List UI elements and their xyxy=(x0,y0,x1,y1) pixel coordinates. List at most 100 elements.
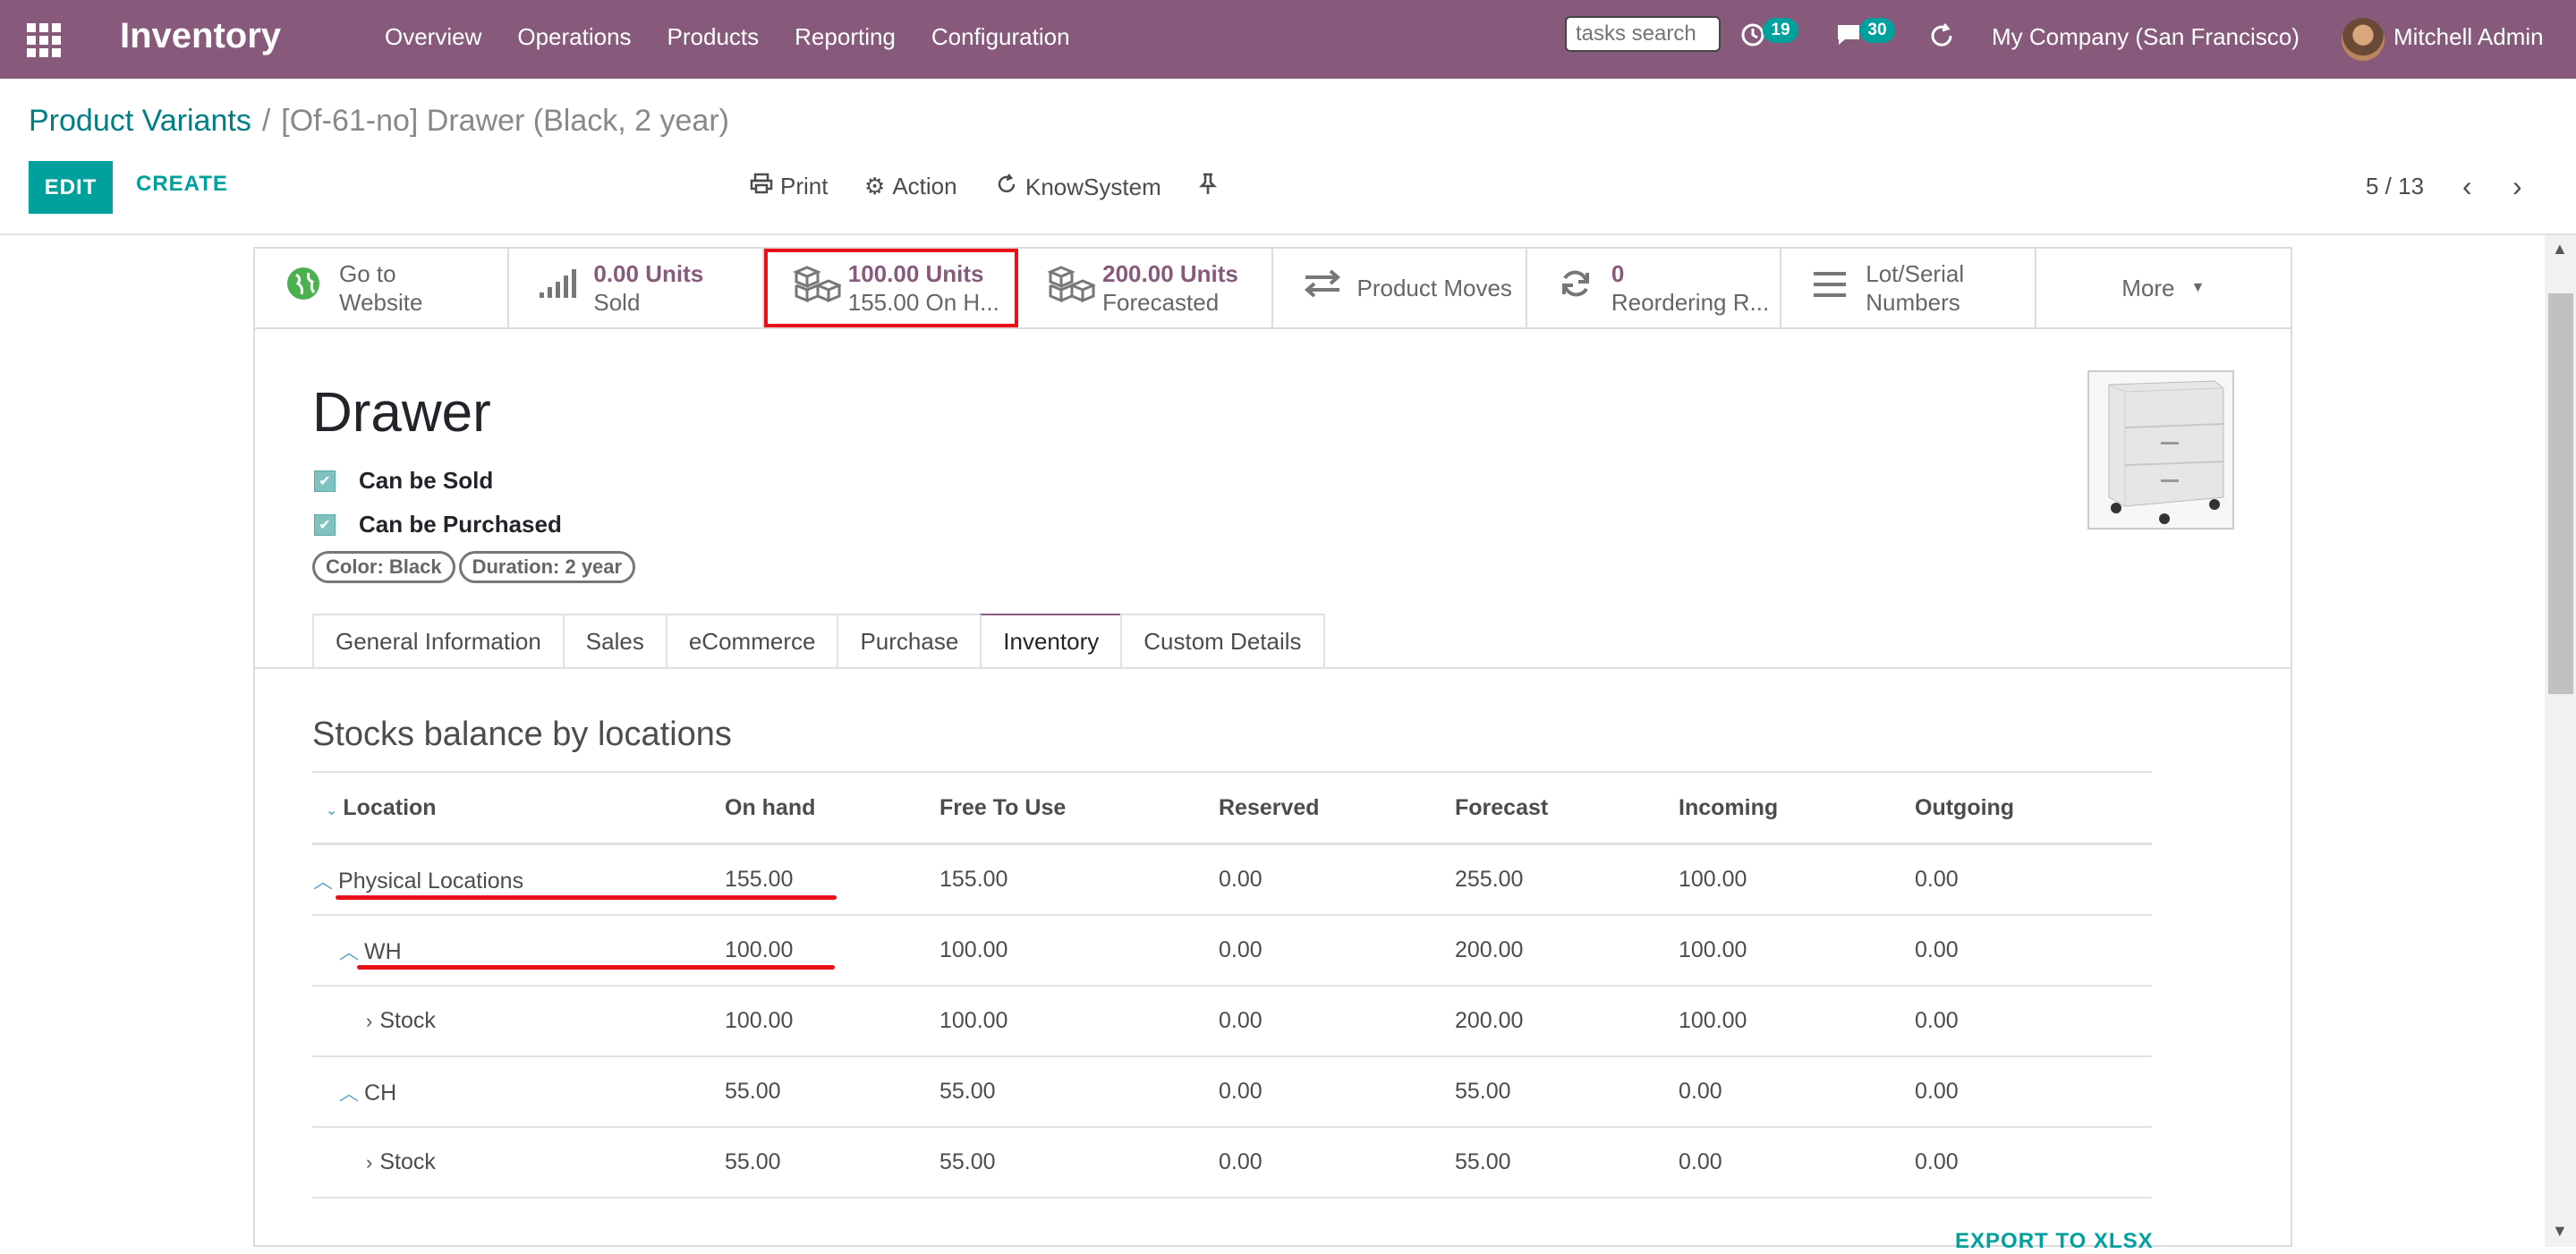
on-hand-cell: 100.00 xyxy=(724,915,939,987)
cubes-icon xyxy=(1047,264,1098,312)
free-to-use-cell: 100.00 xyxy=(939,915,1218,987)
tab-sales[interactable]: Sales xyxy=(562,614,666,669)
breadcrumb-product-variants[interactable]: Product Variants xyxy=(29,104,251,138)
on-hand-label: 155.00 On H... xyxy=(847,289,999,316)
scrollbar-thumb[interactable] xyxy=(2548,293,2573,694)
record-pager[interactable]: 5 / 13 xyxy=(2366,173,2424,200)
user-menu[interactable]: Mitchell Admin xyxy=(2393,23,2544,51)
product-image[interactable] xyxy=(2087,370,2234,530)
tab-inventory[interactable]: Inventory xyxy=(980,614,1121,669)
knowsystem-icon[interactable] xyxy=(1927,21,1956,57)
table-row[interactable]: ︿ WH 100.00 100.00 0.00 200.00 100.00 0.0… xyxy=(312,915,2152,987)
menu-operations[interactable]: Operations xyxy=(517,23,631,51)
forecast-cell: 255.00 xyxy=(1454,843,1678,916)
sold-button[interactable]: 0.00 Units Sold xyxy=(509,249,764,327)
knowsystem-menu[interactable]: KnowSystem xyxy=(995,173,1161,202)
table-row[interactable]: ︿ Physical Locations 155.00 155.00 0.00 2… xyxy=(312,843,2152,916)
messages-icon[interactable] xyxy=(1834,21,1863,55)
forecast-cell: 55.00 xyxy=(1454,1056,1678,1128)
reordering-rules-label: Reordering R... xyxy=(1611,289,1770,316)
website-label: Website xyxy=(339,289,423,316)
activity-count-badge: 19 xyxy=(1763,18,1798,43)
scroll-up-icon[interactable]: ▲ xyxy=(2552,240,2568,258)
export-to-xlsx-button[interactable]: EXPORT TO XLSX xyxy=(1955,1229,2154,1254)
pager-next-icon[interactable]: › xyxy=(2512,170,2522,203)
outgoing-cell: 0.00 xyxy=(1914,1127,2152,1199)
action-menu[interactable]: ⚙ Action xyxy=(864,173,957,200)
tab-custom-details[interactable]: Custom Details xyxy=(1120,614,1325,669)
more-button[interactable]: More ▼ xyxy=(2036,249,2291,327)
column-on-hand[interactable]: On hand xyxy=(724,771,939,845)
outgoing-cell: 0.00 xyxy=(1914,986,2152,1057)
incoming-cell: 0.00 xyxy=(1678,1056,1914,1128)
product-moves-button[interactable]: Product Moves xyxy=(1273,249,1527,327)
scroll-down-icon[interactable]: ▼ xyxy=(2552,1222,2568,1241)
pager-previous-icon[interactable]: ‹ xyxy=(2462,170,2472,203)
column-location[interactable]: ⌄ Location xyxy=(312,771,724,845)
go-to-website-button[interactable]: Go to Website xyxy=(255,249,510,327)
user-avatar[interactable] xyxy=(2342,18,2385,61)
tabs-divider xyxy=(255,667,2291,669)
can-be-purchased-label: Can be Purchased xyxy=(359,511,562,538)
forecasted-button[interactable]: 200.00 Units Forecasted xyxy=(1018,249,1273,327)
tab-ecommerce[interactable]: eCommerce xyxy=(665,614,837,669)
table-header-row: ⌄ Location On hand Free To Use Reserved F… xyxy=(312,771,2152,845)
collapse-icon[interactable]: ︿ xyxy=(339,1082,359,1105)
menu-products[interactable]: Products xyxy=(667,23,760,51)
create-button[interactable]: CREATE xyxy=(136,172,228,197)
column-outgoing[interactable]: Outgoing xyxy=(1914,771,2152,845)
on-hand-cell: 100.00 xyxy=(724,986,939,1057)
can-be-sold-checkbox[interactable]: ✔ xyxy=(314,470,336,492)
table-row[interactable]: › Stock 100.00 100.00 0.00 200.00 100.00 … xyxy=(312,986,2152,1057)
collapse-all-icon[interactable]: ⌄ xyxy=(326,803,337,818)
tasks-search-input[interactable] xyxy=(1565,16,1721,52)
can-be-purchased-field: ✔ Can be Purchased xyxy=(314,511,562,538)
on-hand-button[interactable]: 100.00 Units 155.00 On H... xyxy=(763,249,1019,327)
attribute-tag-color: Color: Black xyxy=(312,551,455,583)
pin-icon[interactable] xyxy=(1199,173,1217,196)
reserved-cell: 0.00 xyxy=(1218,1056,1454,1128)
tab-purchase[interactable]: Purchase xyxy=(837,614,981,669)
tab-general-information[interactable]: General Information xyxy=(312,614,563,669)
apps-menu-icon[interactable] xyxy=(27,23,61,57)
print-menu[interactable]: Print xyxy=(750,173,828,200)
can-be-sold-field: ✔ Can be Sold xyxy=(314,467,493,495)
forecasted-label: Forecasted xyxy=(1102,289,1220,316)
column-free-to-use[interactable]: Free To Use xyxy=(939,771,1218,845)
sold-label: Sold xyxy=(593,289,641,316)
reordering-rules-value: 0 xyxy=(1611,260,1625,287)
collapse-icon[interactable]: ︿ xyxy=(339,941,359,963)
forecasted-value: 200.00 Units xyxy=(1102,260,1238,287)
company-switcher[interactable]: My Company (San Francisco) xyxy=(1992,23,2300,51)
incoming-cell: 100.00 xyxy=(1678,986,1914,1057)
table-row[interactable]: › Stock 55.00 55.00 0.00 55.00 0.00 0.00 xyxy=(312,1127,2152,1199)
stock-section-title: Stocks balance by locations xyxy=(312,716,732,753)
list-icon xyxy=(1810,268,1849,309)
breadcrumb-separator: / xyxy=(261,104,271,138)
menu-overview[interactable]: Overview xyxy=(385,23,481,51)
reordering-rules-button[interactable]: 0 Reordering R... xyxy=(1527,249,1782,327)
variant-attribute-tags: Color: Black Duration: 2 year xyxy=(312,551,636,583)
stock-by-location-table: ⌄ Location On hand Free To Use Reserved F… xyxy=(312,771,2152,1199)
collapse-icon[interactable]: ︿ xyxy=(313,870,333,893)
can-be-purchased-checkbox[interactable]: ✔ xyxy=(314,513,336,536)
menu-reporting[interactable]: Reporting xyxy=(795,23,896,51)
free-to-use-cell: 155.00 xyxy=(939,843,1218,916)
app-name[interactable]: Inventory xyxy=(120,16,281,56)
column-forecast[interactable]: Forecast xyxy=(1454,771,1678,845)
on-hand-cell: 55.00 xyxy=(724,1056,939,1128)
product-name: Drawer xyxy=(312,382,491,444)
column-reserved[interactable]: Reserved xyxy=(1218,771,1454,845)
forecast-cell: 200.00 xyxy=(1454,986,1678,1057)
outgoing-cell: 0.00 xyxy=(1914,843,2152,916)
column-incoming[interactable]: Incoming xyxy=(1678,771,1914,845)
edit-button[interactable]: EDIT xyxy=(29,161,113,214)
location-name: Physical Locations xyxy=(338,868,524,894)
print-label: Print xyxy=(780,173,829,199)
annotation-underline xyxy=(357,965,835,970)
menu-configuration[interactable]: Configuration xyxy=(931,23,1070,51)
table-row[interactable]: ︿ CH 55.00 55.00 0.00 55.00 0.00 0.00 xyxy=(312,1056,2152,1128)
location-name: CH xyxy=(364,1080,397,1106)
lot-serial-numbers-button[interactable]: Lot/Serial Numbers xyxy=(1781,249,2036,327)
incoming-cell: 100.00 xyxy=(1678,843,1914,916)
